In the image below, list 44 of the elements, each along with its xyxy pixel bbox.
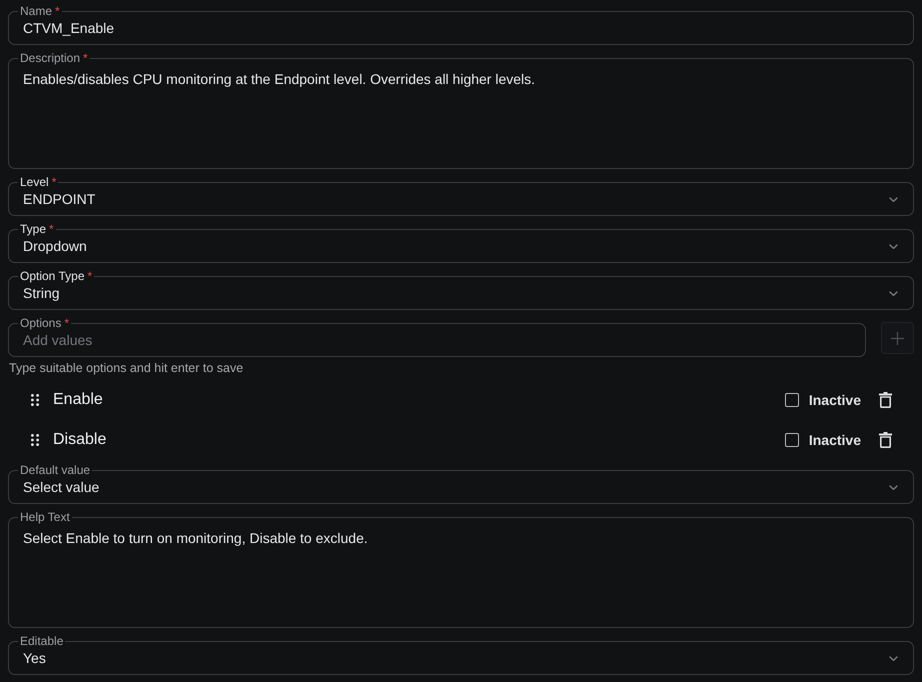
field-value: Dropdown [23, 238, 87, 254]
field-label: Type * [19, 222, 55, 236]
field-value: CTVM_Enable [23, 20, 114, 36]
chevron-down-icon [889, 196, 898, 202]
trash-icon[interactable] [879, 432, 892, 448]
text-field[interactable]: Name * CTVM_Enable [8, 4, 914, 45]
field-value: String [23, 285, 60, 301]
option-label: Disable [53, 431, 106, 449]
field-value: Enables/disables CPU monitoring at the Endpoint level. Overrides all higher levels. [23, 71, 536, 87]
field-label: Editable [19, 634, 64, 648]
field-label: Option Type * [19, 269, 94, 283]
dropdown-field[interactable]: Default value Select value [8, 463, 914, 504]
checkbox-label: Inactive [808, 392, 861, 408]
chevron-down-icon [889, 244, 898, 248]
chevron-down-icon [889, 290, 898, 296]
field-label: Options * [19, 316, 70, 330]
checkbox[interactable] [784, 433, 799, 447]
drag-handle-icon[interactable] [31, 434, 39, 446]
dropdown-field[interactable]: Level * ENDPOINT [8, 175, 914, 216]
text-area[interactable]: Help Text Select Enable to turn on monitoring, Disable to exclude. [8, 510, 914, 628]
field-label: Description * [19, 51, 89, 65]
checkbox-label: Inactive [808, 432, 861, 448]
field-label: Default value [19, 463, 92, 477]
dropdown-field[interactable]: Type * Dropdown [8, 222, 914, 263]
helper-text: Type suitable options and hit enter to save [9, 360, 244, 376]
dropdown-field[interactable]: Editable Yes [8, 634, 914, 675]
field-label: Help Text [19, 510, 71, 524]
checkbox[interactable] [784, 393, 799, 407]
chevron-down-icon [889, 484, 898, 490]
chevron-down-icon [889, 656, 898, 660]
field-label: Name * [19, 4, 61, 18]
text-input[interactable]: Add values [23, 330, 850, 350]
text-area[interactable]: Description * Enables/disables CPU monitoring at the Endpoint level. Overrides all higher levels. [8, 51, 914, 169]
drag-handle-icon[interactable] [31, 394, 39, 406]
field-value: Yes [23, 650, 46, 666]
field-label: Level * [19, 175, 58, 189]
tag-input-field[interactable]: Options * Add values [8, 316, 866, 357]
dropdown-field[interactable]: Option Type * String [8, 269, 914, 310]
option-label: Enable [53, 391, 103, 409]
trash-icon[interactable] [879, 392, 892, 408]
field-value: Select value [23, 479, 100, 495]
plus-icon [891, 332, 904, 344]
field-value: Select Enable to turn on monitoring, Disable to exclude. [23, 530, 368, 546]
field-value: ENDPOINT [23, 191, 96, 207]
